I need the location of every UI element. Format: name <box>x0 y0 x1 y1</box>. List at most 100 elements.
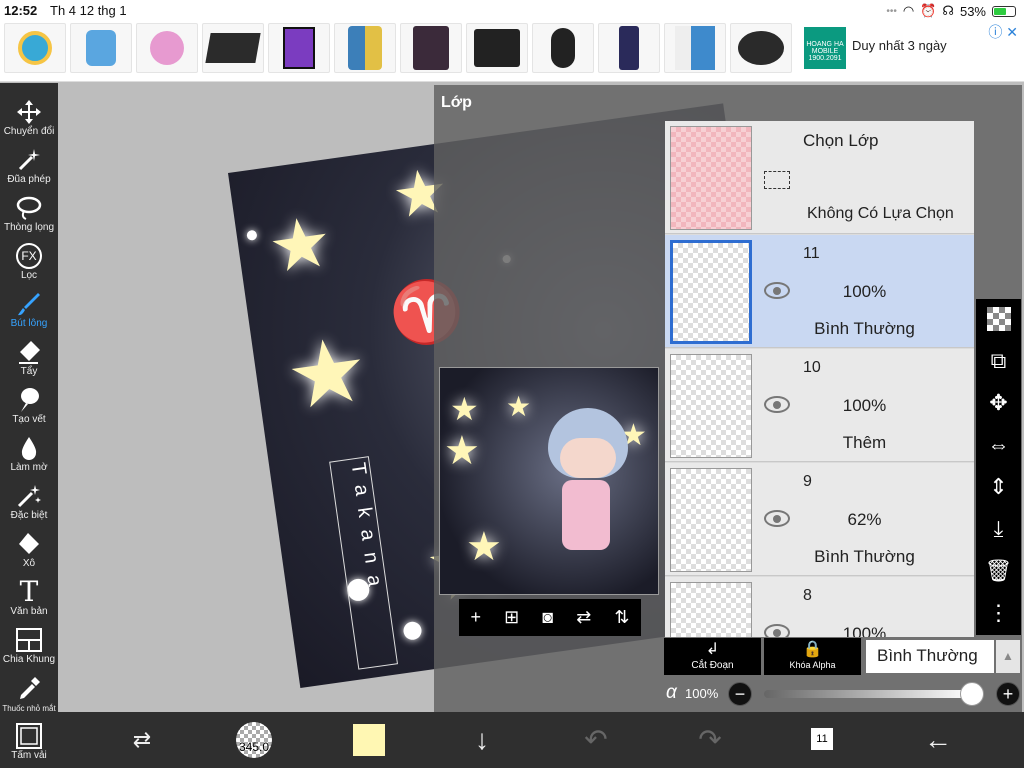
ad-product-tablet[interactable] <box>664 23 726 73</box>
ad-product-mouse[interactable] <box>532 23 594 73</box>
flip-h-icon[interactable]: ⇔ <box>976 425 1021 465</box>
bottom-toolbar: ⇄ 345.0 ↓ ↶ ↷ 11 ← <box>58 712 1024 768</box>
ad-product-smartwatch[interactable] <box>4 23 66 73</box>
transparency-icon[interactable] <box>976 299 1021 339</box>
layer-thumbnail <box>670 240 752 344</box>
ad-product-phone[interactable] <box>598 23 660 73</box>
layer-number: 11 <box>803 245 820 262</box>
sparkle-icon <box>16 483 42 509</box>
ad-text[interactable]: Duy nhất 3 ngày <box>852 38 947 53</box>
star-icon: ★ <box>280 319 375 430</box>
layer-row[interactable]: 8 100% <box>665 577 974 637</box>
flip-horizontal-icon[interactable]: ⇄ <box>576 607 591 628</box>
opacity-row: α 100% − + <box>664 679 1022 709</box>
text-icon: T <box>19 575 39 608</box>
ibispaint-screen: 12:52 Th 4 12 thg 1 ••• ◠ ⏰ ☊ 53% HOANG … <box>0 0 1024 768</box>
tool-canvas[interactable]: Tấm vải <box>0 713 58 761</box>
alpha-lock-button[interactable]: 🔒 Khóa Alpha <box>764 638 861 675</box>
ad-product-smartwatch[interactable] <box>136 23 198 73</box>
layer-thumbnail <box>670 582 752 637</box>
tool-eyedropper[interactable]: Thuốc nhỏ mắt <box>0 665 58 713</box>
layer-opacity: 100% <box>842 282 887 301</box>
sparkle-dot <box>402 620 423 641</box>
layer-preview-thumbnail[interactable]: ★ ★ ★ ★ ★ <box>439 367 659 595</box>
tool-blur[interactable]: Làm mờ <box>0 425 58 473</box>
redo-icon[interactable]: ↷ <box>682 712 738 768</box>
brush-eraser-toggle-icon[interactable]: ⇄ <box>114 712 170 768</box>
layer-blend-mode: Thêm <box>842 433 887 452</box>
star-icon: ★ <box>263 201 337 288</box>
current-color-swatch[interactable] <box>353 724 385 756</box>
layer-row[interactable]: 9 62% Bình Thường <box>665 463 974 576</box>
add-layer-icon[interactable]: + <box>471 607 482 628</box>
star-icon: ★ <box>444 429 480 473</box>
ad-banner[interactable]: HOANG HA MOBILE 1900.2091 Duy nhất 3 ngà… <box>0 20 1024 82</box>
status-icons: ••• ◠ ⏰ ☊ 53% <box>886 3 1016 19</box>
move-layer-icon[interactable]: ✥ <box>976 383 1021 423</box>
ad-product-tablet[interactable] <box>400 23 462 73</box>
selection-layer-title: Chọn Lớp <box>803 131 879 150</box>
more-icon[interactable]: ⋮ <box>976 593 1021 633</box>
star-icon: ★ <box>450 391 479 427</box>
blend-mode-select[interactable]: Bình Thường <box>866 640 994 673</box>
selection-marquee-icon <box>764 171 790 189</box>
tool-frame-divider[interactable]: Chia Khung <box>0 617 58 665</box>
arrow-down-icon[interactable]: ↓ <box>454 712 510 768</box>
opacity-increase-button[interactable]: + <box>996 682 1020 706</box>
camera-icon[interactable]: ◙ <box>542 607 553 628</box>
add-image-layer-icon[interactable]: ⊞ <box>504 607 519 628</box>
tool-move[interactable]: Chuyển đổi <box>0 89 58 137</box>
brush-size-value: 345.0 <box>238 740 270 754</box>
tool-magic-wand[interactable]: Đũa phép <box>0 137 58 185</box>
flip-vertical-icon[interactable]: ⇅ <box>614 607 629 628</box>
layer-row[interactable]: 10 100% Thêm <box>665 349 974 462</box>
tool-smudge[interactable]: Tạo vết <box>0 377 58 425</box>
tool-bucket[interactable]: Xô <box>0 521 58 569</box>
dots-icon: ••• <box>886 5 897 17</box>
tool-sidebar: Chuyển đổi Đũa phép Thòng lọng FX Lọc Bú… <box>0 83 58 768</box>
lock-icon: 🔒 <box>802 641 823 658</box>
layer-opacity: 100% <box>842 396 887 415</box>
opacity-slider[interactable] <box>764 690 972 698</box>
brush-icon <box>16 291 42 317</box>
layers-button[interactable]: 11 <box>811 728 833 750</box>
layer-thumbnail <box>670 468 752 572</box>
ad-product-charger[interactable] <box>466 23 528 73</box>
tool-text[interactable]: T Văn bản <box>0 569 58 618</box>
clipping-button[interactable]: ↲ Cắt Đoạn <box>664 638 761 675</box>
fx-icon: FX <box>16 243 42 269</box>
trash-icon[interactable]: 🗑 <box>976 551 1021 591</box>
back-arrow-icon[interactable]: ← <box>910 712 966 768</box>
layer-selection[interactable]: Chọn Lớp Không Có Lựa Chọn <box>665 121 974 234</box>
opacity-decrease-button[interactable]: − <box>728 682 752 706</box>
tool-lasso[interactable]: Thòng lọng <box>0 185 58 233</box>
date: Th 4 12 thg 1 <box>50 3 127 18</box>
ad-product-tablet[interactable] <box>268 23 330 73</box>
ad-product-smartwatch[interactable] <box>70 23 132 73</box>
undo-icon[interactable]: ↶ <box>568 712 624 768</box>
layer-list[interactable]: Chọn Lớp Không Có Lựa Chọn 11 100% Bình … <box>665 121 974 637</box>
clipping-icon: ↲ <box>705 641 720 658</box>
transform-layer-icon[interactable]: ⧉ <box>976 341 1021 381</box>
merge-down-icon[interactable]: ⤓ <box>976 509 1021 549</box>
ad-brand-logo[interactable]: HOANG HA MOBILE 1900.2091 <box>804 27 846 69</box>
flip-v-icon[interactable]: ⇕ <box>976 467 1021 507</box>
star-icon: ★ <box>506 391 532 422</box>
blend-mode-arrow-icon[interactable]: ▲ <box>996 640 1020 673</box>
wifi-icon: ◠ <box>902 3 915 18</box>
tool-special[interactable]: Đặc biệt <box>0 473 58 521</box>
layer-panel-title: Lớp <box>441 94 472 111</box>
smudge-icon <box>16 387 42 413</box>
battery-icon <box>992 5 1016 17</box>
ad-product-mouse[interactable] <box>730 23 792 73</box>
tool-brush[interactable]: Bút lông <box>0 281 58 329</box>
tool-eraser[interactable]: Tẩy <box>0 329 58 377</box>
layer-row[interactable]: 11 100% Bình Thường <box>665 235 974 348</box>
battery-percent: 53% <box>959 3 986 19</box>
ad-close-icon[interactable]: ⓘ ✕ <box>988 22 1018 42</box>
layer-opacity: 100% <box>842 624 887 637</box>
opacity-slider-knob[interactable] <box>960 682 984 706</box>
ad-product-laptop[interactable] <box>202 23 264 73</box>
ad-product-phone[interactable] <box>334 23 396 73</box>
tool-filter[interactable]: FX Lọc <box>0 233 58 281</box>
